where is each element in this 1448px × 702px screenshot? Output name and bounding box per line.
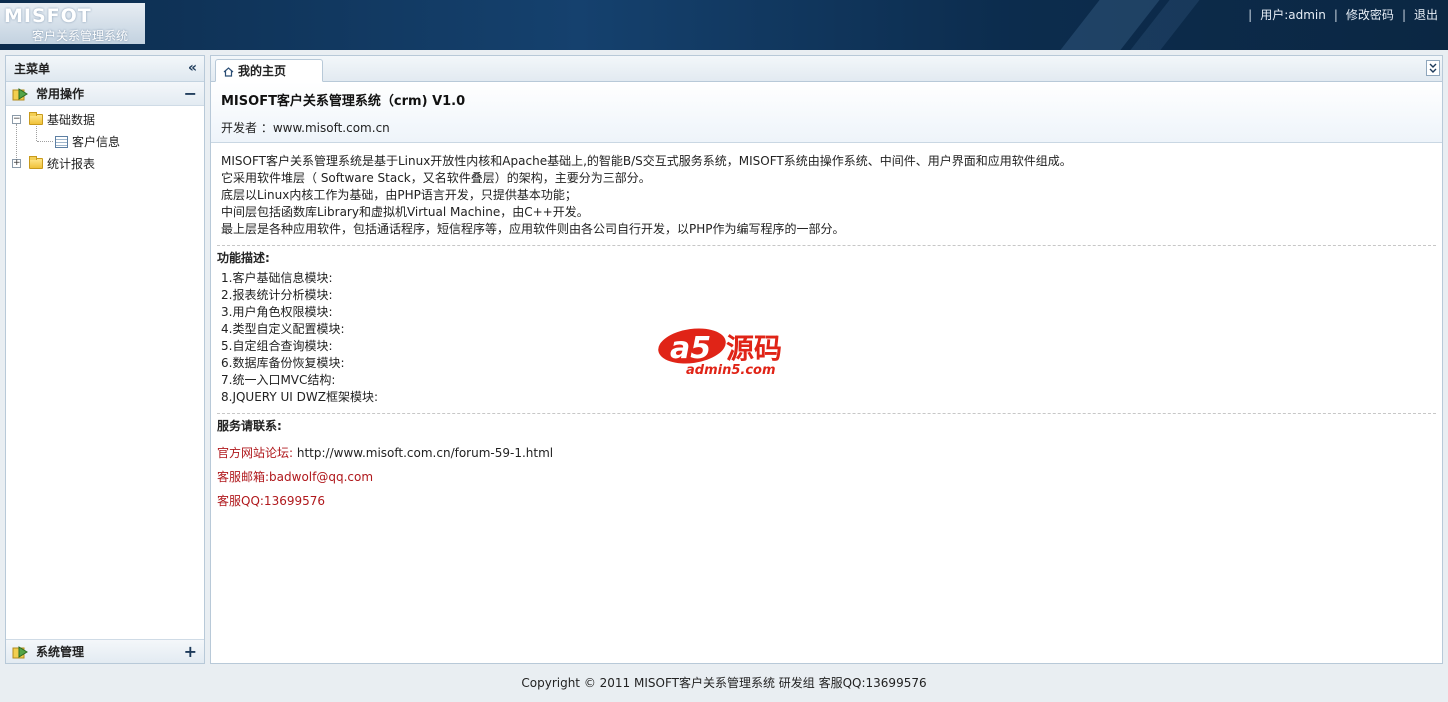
service-heading: 服务请联系: [217, 419, 282, 433]
module-icon [12, 645, 28, 659]
watermark-logo: a5 源码 admin5.com [656, 320, 796, 380]
info-box: MISOFT客户关系管理系统（crm) V1.0 开发者 ：www.misoft… [211, 82, 1442, 143]
collapse-icon[interactable]: − [184, 84, 197, 103]
contact-info: 官方网站论坛: http://www.misoft.com.cn/forum-5… [217, 441, 1436, 513]
folder-icon [29, 112, 43, 125]
divider [217, 245, 1436, 246]
forum-line: 官方网站论坛: http://www.misoft.com.cn/forum-5… [217, 441, 1436, 465]
accordion-common-label: 常用操作 [36, 87, 85, 101]
module-icon [12, 87, 28, 101]
menu-tree: − 基础数据 客户信息 + 统计报表 [6, 106, 204, 636]
feature-item: 3.用户角色权限模块: [221, 305, 333, 319]
document-icon [55, 135, 68, 148]
footer: Copyright © 2011 MISOFT客户关系管理系统 研发组 客服QQ… [521, 676, 927, 690]
accordion-system-label: 系统管理 [36, 645, 85, 659]
home-icon [223, 66, 234, 77]
watermark-mark: a5 [670, 331, 711, 366]
intro-line: 它采用软件堆层（ Software Stack，又名软件叠层）的架构，主要分为三… [221, 171, 651, 185]
forum-label: 官方网站论坛: [217, 446, 294, 460]
feature-item: 4.类型自定义配置模块: [221, 322, 345, 336]
accordion-common[interactable]: 常用操作 − [6, 82, 204, 106]
intro-line: 中间层包括函数库Library和虚拟机Virtual Machine，由C++开… [221, 205, 589, 219]
feature-item: 5.自定组合查询模块: [221, 339, 333, 353]
folder-icon [29, 156, 43, 169]
developer-info: 开发者 ：www.misoft.com.cn [221, 121, 390, 135]
sidebar-header: 主菜单 « [6, 56, 204, 82]
intro-line: 最上层是各种应用软件，包括通话程序，短信程序等，应用软件则由各公司自行开发，以P… [221, 222, 845, 236]
main-panel: 我的主页 MISOFT客户关系管理系统（crm) V1.0 开发者 ：www.m… [210, 55, 1443, 664]
intro-text: MISOFT客户关系管理系统是基于Linux开放性内核和Apache基础上,的智… [217, 153, 1436, 238]
intro-line: MISOFT客户关系管理系统是基于Linux开放性内核和Apache基础上,的智… [221, 154, 1072, 168]
watermark-domain: admin5.com [686, 363, 776, 378]
collapse-sidebar-icon[interactable]: « [188, 60, 197, 76]
feature-item: 6.数据库备份恢复模块: [221, 356, 345, 370]
tree-label: 统计报表 [47, 157, 96, 171]
feature-item: 7.统一入口MVC结构: [221, 373, 336, 387]
feature-item: 8.JQUERY UI DWZ框架模块: [221, 390, 379, 404]
tree-label: 客户信息 [72, 135, 121, 149]
tree-node-stats-report[interactable]: + 统计报表 [12, 155, 95, 172]
app-logo: MISFOT 客户关系管理系统 [0, 3, 145, 44]
feature-item: 2.报表统计分析模块: [221, 288, 333, 302]
forum-link[interactable]: http://www.misoft.com.cn/forum-59-1.html [293, 446, 553, 460]
accordion-system[interactable]: 系统管理 + [6, 639, 204, 663]
watermark-cn: 源码 [726, 332, 782, 365]
tree-expand-toggle[interactable]: − [12, 115, 21, 124]
change-password-link[interactable]: 修改密码 [1346, 6, 1394, 23]
top-header: MISFOT 客户关系管理系统 | 用户:admin | 修改密码 | 退出 [0, 0, 1448, 50]
support-email: 客服邮箱:badwolf@qq.com [217, 470, 374, 484]
expand-icon[interactable]: + [184, 642, 197, 661]
intro-line: 底层以Linux内核工作为基础，由PHP语言开发，只提供基本功能； [221, 188, 577, 202]
sidebar-title: 主菜单 [14, 62, 51, 76]
tab-bar: 我的主页 [211, 56, 1442, 82]
tree-node-customer-info[interactable]: 客户信息 [55, 133, 120, 150]
tree-expand-toggle[interactable]: + [12, 159, 21, 168]
tab-home[interactable]: 我的主页 [215, 59, 323, 82]
feature-list: 1.客户基础信息模块: 2.报表统计分析模块: 3.用户角色权限模块: 4.类型… [217, 270, 1436, 406]
divider [217, 413, 1436, 414]
logo-subtitle: 客户关系管理系统 [32, 29, 129, 43]
features-heading: 功能描述: [217, 251, 270, 265]
sidebar: 主菜单 « 常用操作 − − 基础数据 客户信息 + 统计报表 系统管理 + [5, 55, 205, 664]
content-area: MISOFT客户关系管理系统是基于Linux开放性内核和Apache基础上,的智… [211, 143, 1442, 513]
top-nav: | 用户:admin | 修改密码 | 退出 [1248, 6, 1438, 23]
logout-link[interactable]: 退出 [1414, 6, 1438, 23]
user-label: 用户:admin [1260, 8, 1326, 22]
logo-title: MISFOT [4, 5, 92, 27]
feature-item: 1.客户基础信息模块: [221, 271, 333, 285]
tree-label: 基础数据 [47, 113, 96, 127]
tab-list-icon[interactable] [1426, 60, 1440, 76]
tree-node-basic-data[interactable]: − 基础数据 [12, 111, 95, 128]
system-title: MISOFT客户关系管理系统（crm) V1.0 [221, 94, 466, 109]
tab-home-label: 我的主页 [238, 64, 287, 78]
support-qq: 客服QQ:13699576 [217, 494, 326, 508]
